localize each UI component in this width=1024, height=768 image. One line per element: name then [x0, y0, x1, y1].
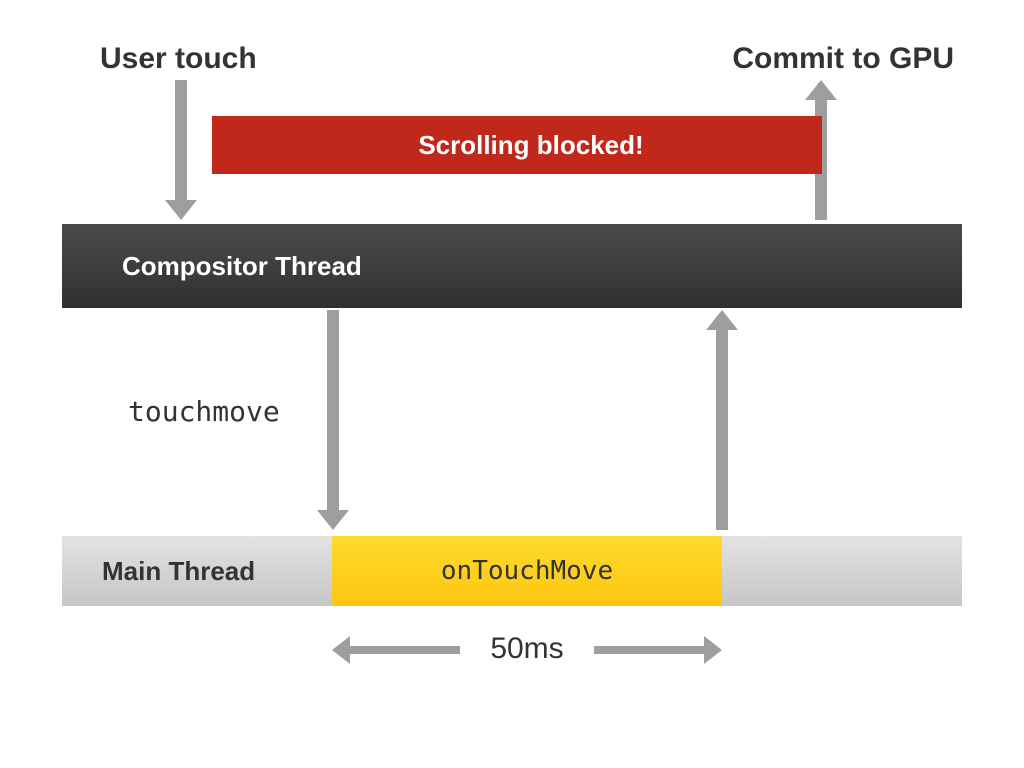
- arrow-return-up-head-icon: [706, 310, 738, 330]
- compositor-thread-bar: Compositor Thread: [62, 224, 962, 308]
- label-commit-gpu: Commit to GPU: [732, 42, 954, 76]
- duration-arrow-right-icon: [704, 636, 722, 664]
- arrow-touchmove-down-icon: [327, 310, 339, 510]
- arrow-user-touch-down-head-icon: [165, 200, 197, 220]
- arrow-touchmove-down-head-icon: [317, 510, 349, 530]
- label-main-thread: Main Thread: [102, 536, 255, 606]
- label-touchmove-event: touchmove: [128, 395, 280, 428]
- arrow-commit-gpu-up-head-icon: [805, 80, 837, 100]
- diagram-stage: User touch Commit to GPU Scrolling block…: [0, 0, 1024, 768]
- label-user-touch: User touch: [100, 42, 257, 76]
- arrow-user-touch-down-icon: [175, 80, 187, 200]
- arrow-return-up-icon: [716, 330, 728, 530]
- duration-indicator: 50ms: [332, 632, 722, 672]
- main-thread-bar: Main Thread onTouchMove: [62, 536, 962, 606]
- duration-line-right: [594, 646, 704, 654]
- on-touch-move-block: onTouchMove: [332, 536, 722, 606]
- scrolling-blocked-bar: Scrolling blocked!: [212, 116, 822, 174]
